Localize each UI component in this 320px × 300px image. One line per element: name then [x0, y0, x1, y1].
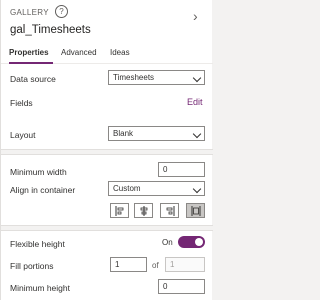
data-source-dropdown[interactable]: Timesheets: [108, 70, 205, 85]
minimum-height-input[interactable]: 0: [158, 279, 205, 294]
properties-panel: GALLERY ? gal_Timesheets › Properties Ad…: [0, 0, 213, 300]
layout-dropdown[interactable]: Blank: [108, 126, 205, 141]
data-source-label: Data source: [10, 74, 56, 84]
minimum-height-label: Minimum height: [10, 283, 70, 293]
tab-ideas[interactable]: Ideas: [110, 48, 130, 57]
align-end-icon: [166, 206, 175, 216]
align-stretch-button[interactable]: [186, 203, 205, 218]
toggle-knob: [195, 238, 203, 246]
chevron-right-icon[interactable]: ›: [193, 8, 198, 24]
fields-label: Fields: [10, 98, 33, 108]
tab-advanced[interactable]: Advanced: [61, 48, 97, 57]
flexible-height-toggle[interactable]: [178, 236, 205, 248]
tab-bar: Properties Advanced Ideas: [1, 46, 213, 64]
align-stretch-icon: [191, 206, 201, 216]
minimum-width-input[interactable]: 0: [158, 162, 205, 177]
layout-value: Blank: [113, 129, 134, 138]
flexible-height-label: Flexible height: [10, 239, 65, 249]
flexible-height-state: On: [162, 238, 173, 247]
panel-header: GALLERY ? gal_Timesheets ›: [1, 0, 213, 46]
help-icon[interactable]: ?: [55, 5, 68, 18]
align-center-button[interactable]: [134, 203, 153, 218]
align-start-icon: [115, 206, 124, 216]
align-value: Custom: [113, 184, 141, 193]
chevron-down-icon: [192, 73, 202, 83]
fill-portions-of-label: of: [152, 261, 159, 270]
align-end-button[interactable]: [160, 203, 179, 218]
chevron-down-icon: [192, 184, 202, 194]
minimum-width-label: Minimum width: [10, 167, 67, 177]
layout-label: Layout: [10, 130, 36, 140]
align-start-button[interactable]: [110, 203, 129, 218]
chevron-down-icon: [192, 129, 202, 139]
fill-portions-total: 1: [165, 257, 205, 272]
tab-properties[interactable]: Properties: [9, 48, 49, 57]
section-divider: [1, 149, 213, 155]
fill-portions-label: Fill portions: [10, 261, 54, 271]
fill-portions-input[interactable]: 1: [110, 257, 147, 272]
control-type-label: GALLERY: [10, 8, 49, 17]
align-center-icon: [140, 206, 148, 216]
control-name[interactable]: gal_Timesheets: [10, 24, 91, 36]
data-source-value: Timesheets: [113, 73, 155, 82]
fields-edit-link[interactable]: Edit: [187, 97, 203, 107]
active-tab-indicator: [9, 62, 53, 64]
section-divider: [1, 225, 213, 231]
align-dropdown[interactable]: Custom: [108, 181, 205, 196]
align-label: Align in container: [10, 185, 76, 195]
